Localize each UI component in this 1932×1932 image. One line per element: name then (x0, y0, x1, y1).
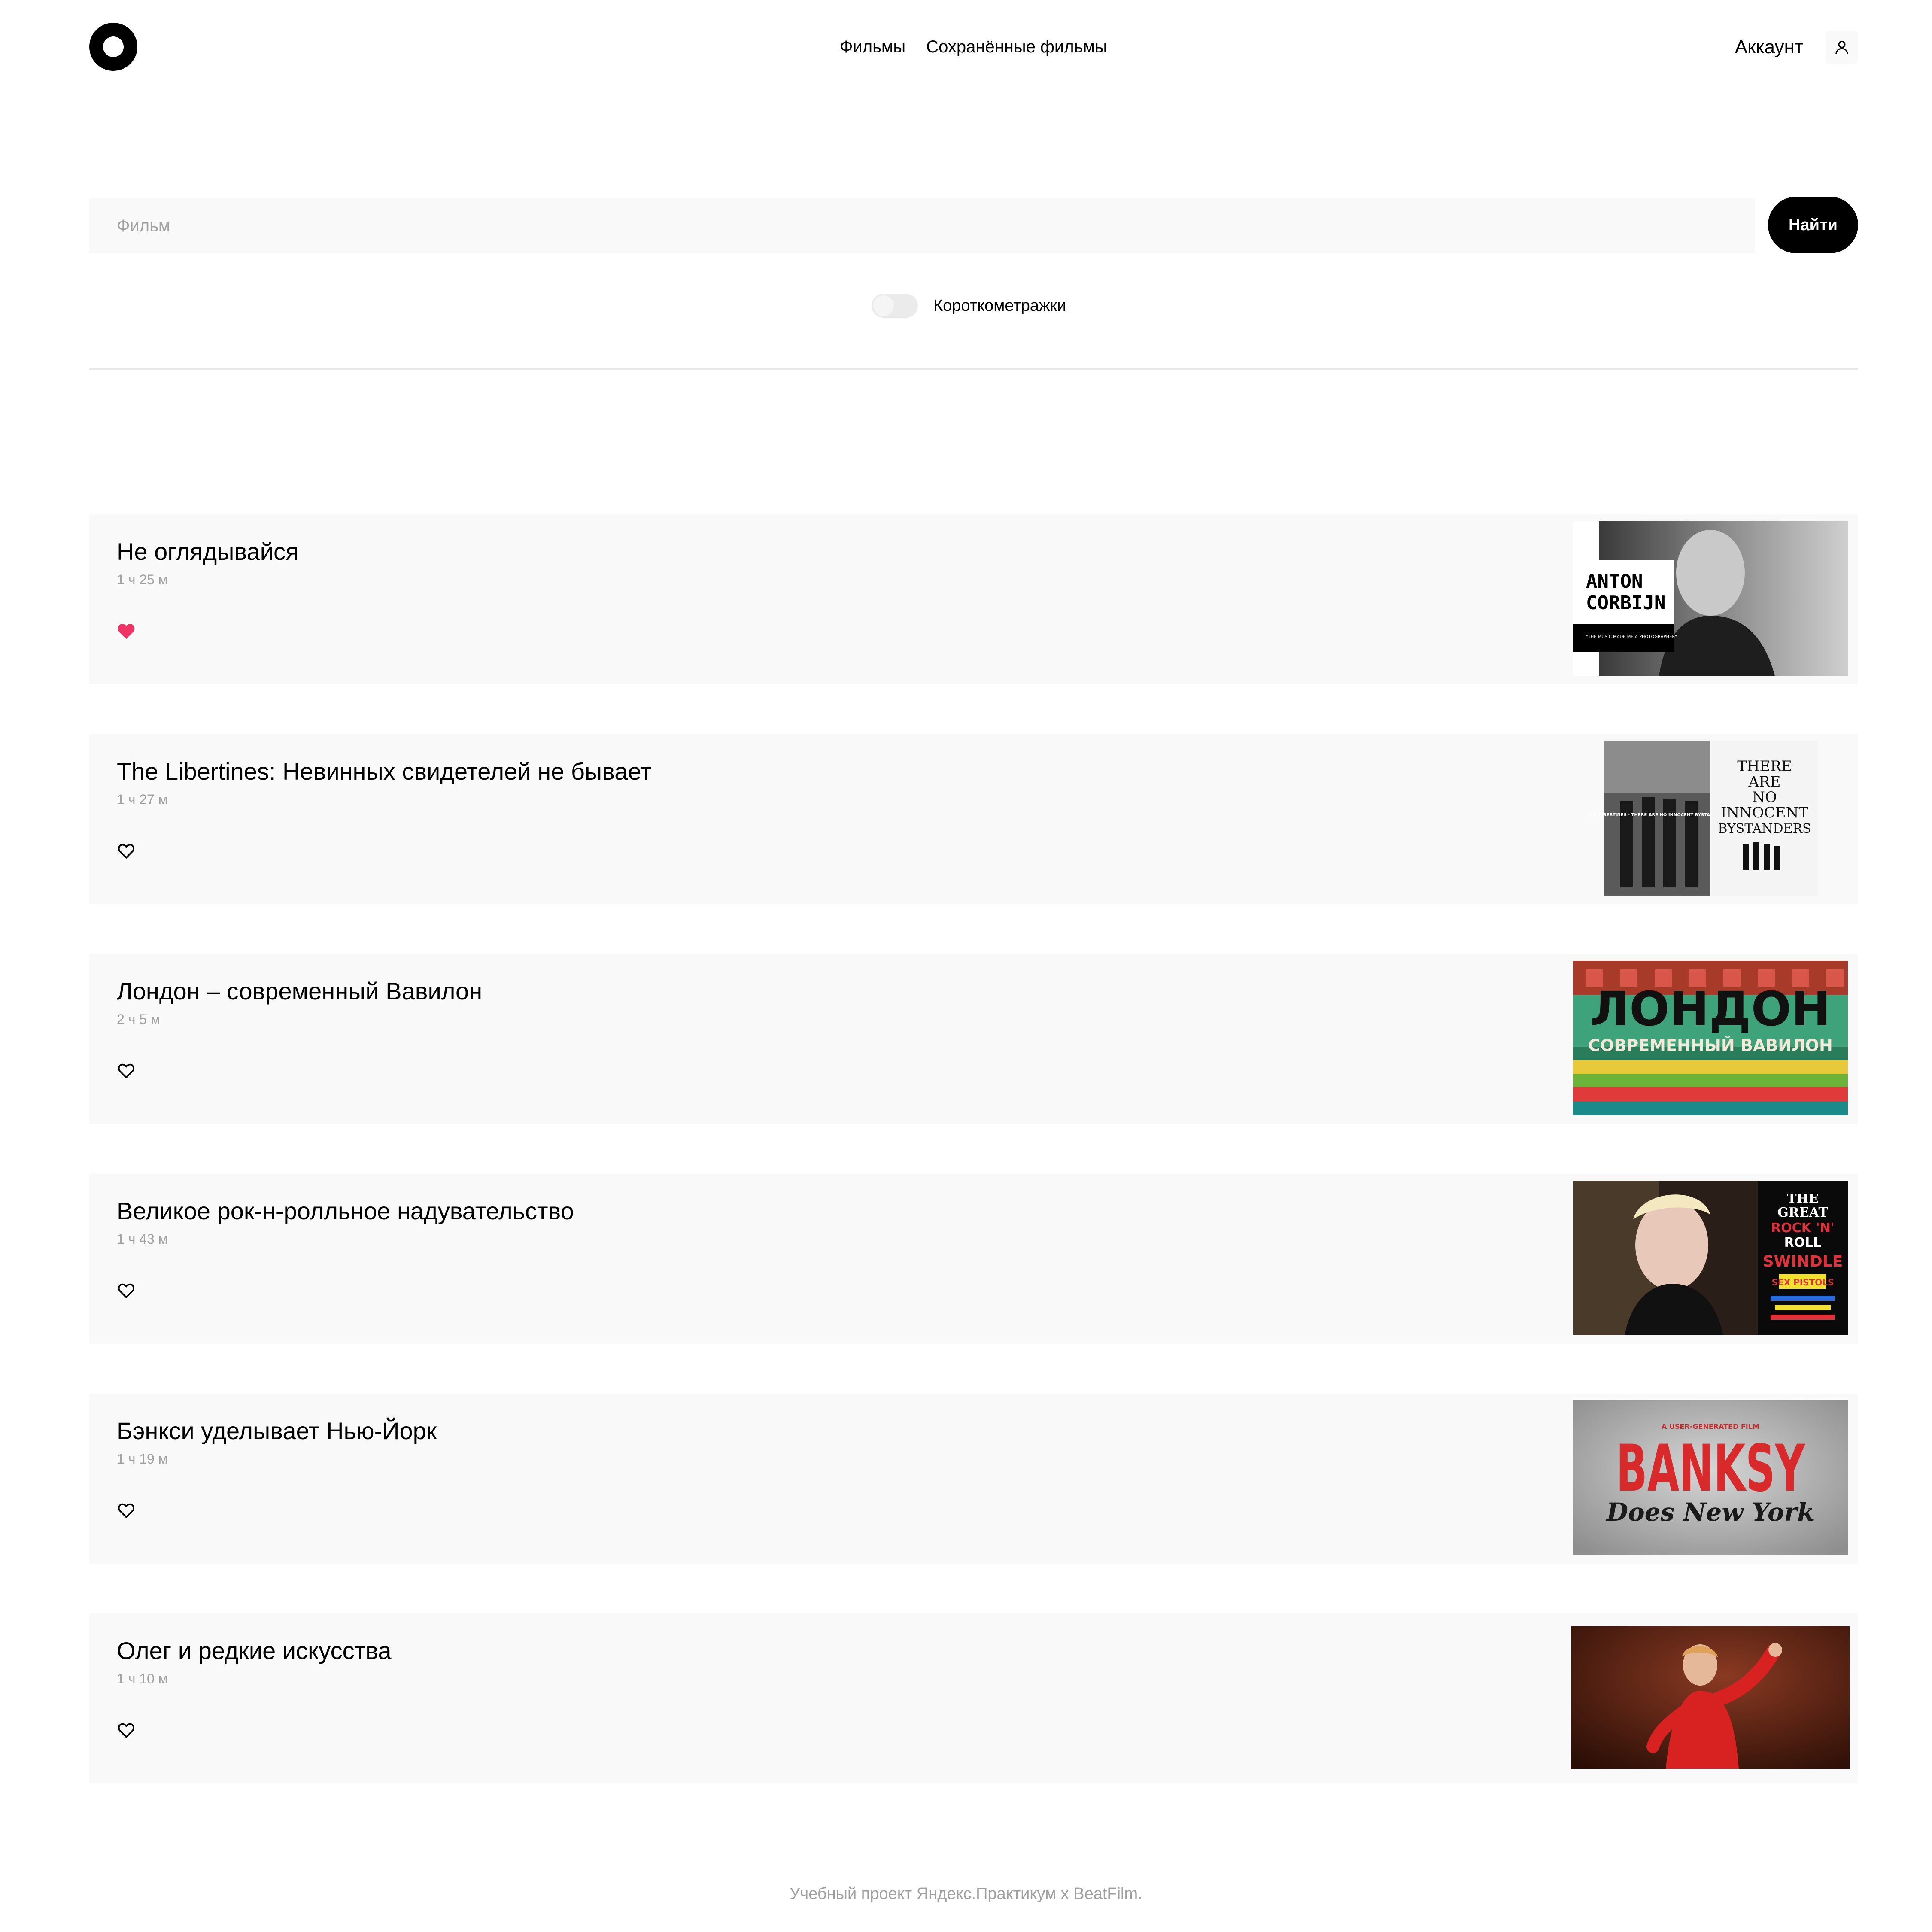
movie-poster[interactable]: THE GREAT ROCK 'N' ROLL SWINDLE SEX PIST… (1573, 1181, 1848, 1335)
movie-duration: 1 ч 25 м (117, 572, 168, 587)
poster-title-line: NO (1752, 789, 1777, 806)
save-button[interactable] (114, 1498, 138, 1522)
save-button[interactable] (114, 1718, 138, 1742)
movie-duration: 1 ч 19 м (117, 1451, 168, 1467)
divider (89, 368, 1858, 370)
logo[interactable] (89, 23, 137, 71)
search-button[interactable]: Найти (1768, 197, 1858, 253)
movie-card: Лондон – современный Вавилон 2 ч 5 м ЛОН… (89, 954, 1858, 1124)
poster-title-line: THE (1787, 1191, 1819, 1206)
movie-duration: 1 ч 43 м (117, 1231, 168, 1247)
header: Фильмы Сохранённые фильмы Аккаунт (0, 0, 1932, 94)
short-films-label: Короткометражки (933, 297, 1066, 315)
movie-poster[interactable]: A USER-GENERATED FILM BANKSY Does New Yo… (1573, 1400, 1848, 1555)
movie-card: Бэнкси уделывает Нью-Йорк 1 ч 19 м A USE… (89, 1394, 1858, 1564)
poster-subtitle: Does New York (1606, 1498, 1815, 1527)
footer-text: Учебный проект Яндекс.Практикум х BeatFi… (790, 1885, 1142, 1903)
search-form: Найти (89, 197, 1858, 253)
poster-tagline: THE LIBERTINES · THERE ARE NO INNOCENT B… (1588, 813, 1727, 817)
heart-outline-icon (118, 844, 135, 859)
poster-title-line: SWINDLE (1763, 1253, 1843, 1270)
movie-card: Не оглядывайся 1 ч 25 м ANTON CORBIJN "T… (89, 514, 1858, 684)
movie-card: Олег и редкие искусства 1 ч 10 м (89, 1613, 1858, 1783)
short-films-filter: Короткометражки (872, 294, 1066, 318)
movie-duration: 1 ч 10 м (117, 1671, 168, 1686)
movie-duration: 1 ч 27 м (117, 792, 168, 807)
movie-list: Не оглядывайся 1 ч 25 м ANTON CORBIJN "T… (89, 514, 1858, 1833)
poster-title-line: ARE (1748, 773, 1781, 790)
page: Фильмы Сохранённые фильмы Аккаунт Найти … (0, 0, 1932, 1932)
poster-title-line: ROLL (1784, 1235, 1822, 1250)
movie-title: The Libertines: Невинных свидетелей не б… (117, 758, 652, 785)
toggle-knob (873, 295, 894, 316)
poster-tagline: "THE MUSIC MADE ME A PHOTOGRAPHER" (1586, 635, 1677, 639)
heart-outline-icon (118, 1283, 135, 1299)
poster-title-line: ROCK 'N' (1771, 1221, 1835, 1236)
save-button[interactable] (114, 839, 138, 863)
nav-link-saved-movies[interactable]: Сохранённые фильмы (926, 36, 1107, 58)
movie-poster[interactable] (1571, 1626, 1850, 1769)
movie-poster[interactable]: ANTON CORBIJN "THE MUSIC MADE ME A PHOTO… (1573, 521, 1848, 676)
short-films-toggle[interactable] (872, 294, 918, 318)
poster-title-line: BANKSY (1616, 1431, 1806, 1506)
heart-filled-icon (118, 624, 135, 639)
account-button[interactable]: Аккаунт (1735, 31, 1858, 64)
movie-title: Лондон – современный Вавилон (117, 978, 483, 1005)
search-input[interactable] (89, 198, 1755, 253)
movie-title: Олег и редкие искусства (117, 1637, 392, 1664)
account-label: Аккаунт (1735, 36, 1803, 58)
movie-title: Бэнкси уделывает Нью-Йорк (117, 1417, 437, 1444)
poster-title-line: CORBIJN (1586, 592, 1665, 614)
poster-subtitle: СОВРЕМЕННЫЙ ВАВИЛОН (1588, 1036, 1833, 1055)
poster-tagline: A USER-GENERATED FILM (1662, 1422, 1759, 1431)
poster-title-line: INNOCENT (1721, 804, 1808, 821)
save-button[interactable] (114, 1059, 138, 1083)
movie-duration: 2 ч 5 м (117, 1012, 160, 1027)
footer: Учебный проект Яндекс.Практикум х BeatFi… (0, 1885, 1932, 1903)
movie-title: Не оглядывайся (117, 538, 299, 565)
save-button[interactable] (114, 1279, 138, 1303)
poster-title-line: ANTON (1586, 571, 1643, 592)
poster-title-line: BYSTANDERS (1718, 821, 1811, 836)
heart-outline-icon (118, 1503, 135, 1519)
poster-title-line: THERE (1737, 758, 1792, 775)
user-icon (1826, 31, 1858, 64)
poster-title-line: SEX PISTOLS (1772, 1277, 1834, 1288)
movie-card: Великое рок-н-ролльное надувательство 1 … (89, 1174, 1858, 1344)
movie-poster[interactable]: ЛОНДОН СОВРЕМЕННЫЙ ВАВИЛОН (1573, 961, 1848, 1115)
main-nav: Фильмы Сохранённые фильмы (840, 36, 1107, 58)
heart-outline-icon (118, 1723, 135, 1738)
heart-outline-icon (118, 1063, 135, 1079)
poster-title-line: ЛОНДОН (1590, 981, 1831, 1036)
poster-title-line: GREAT (1777, 1205, 1828, 1220)
movie-title: Великое рок-н-ролльное надувательство (117, 1197, 574, 1224)
movie-poster[interactable]: THE LIBERTINES · THERE ARE NO INNOCENT B… (1573, 741, 1848, 896)
save-button[interactable] (114, 619, 138, 643)
nav-link-movies[interactable]: Фильмы (840, 36, 905, 58)
movie-card: The Libertines: Невинных свидетелей не б… (89, 734, 1858, 904)
